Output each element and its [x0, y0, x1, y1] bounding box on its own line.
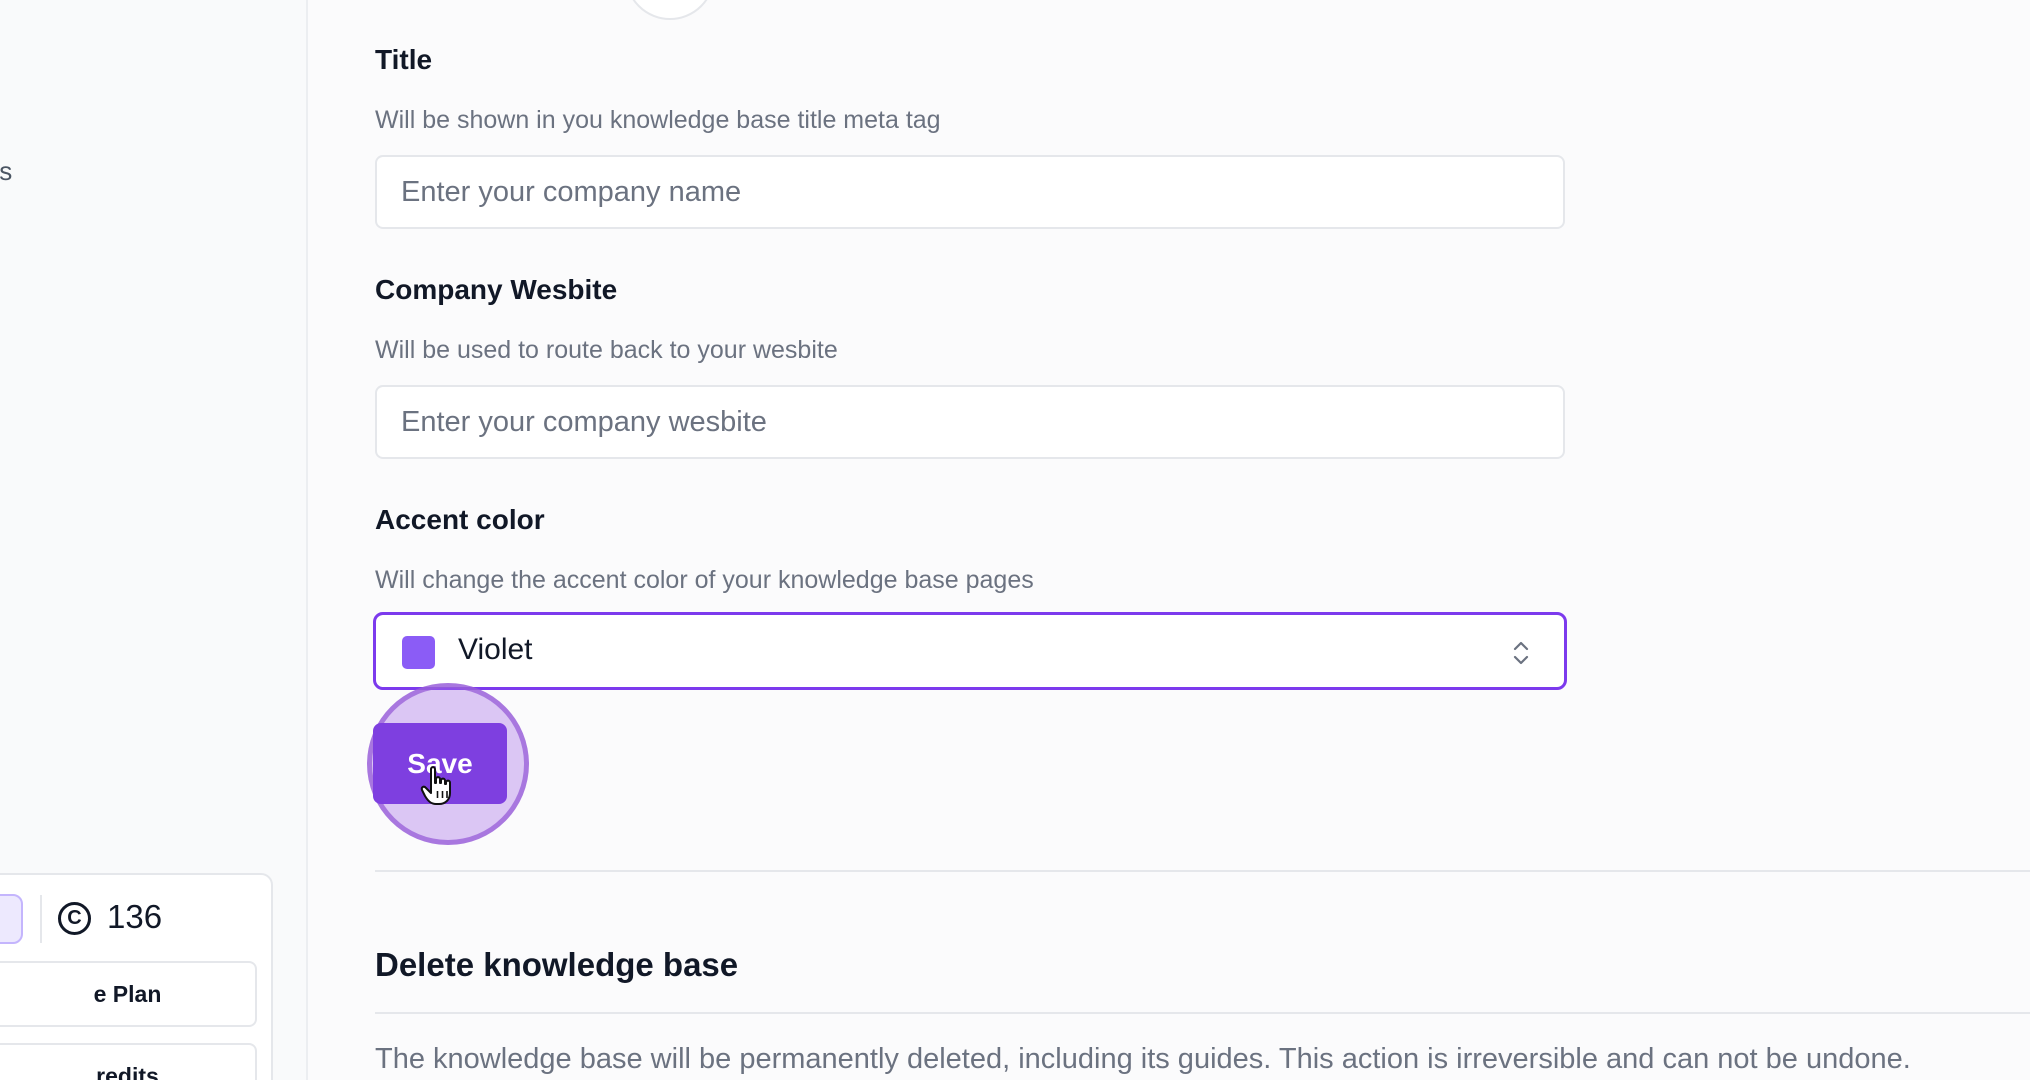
- sidebar-nav-item-label[interactable]: ıs: [0, 156, 12, 187]
- website-description: Will be used to route back to your wesbi…: [375, 336, 838, 364]
- chevron-up-down-icon: [1513, 641, 1529, 665]
- accent-color-value: Violet: [458, 633, 533, 666]
- credit-count: 136: [107, 898, 163, 935]
- settings-main: Title Will be shown in you knowledge bas…: [367, 0, 2030, 1080]
- title-description: Will be shown in you knowledge base titl…: [375, 106, 941, 134]
- title-label: Title: [375, 44, 433, 75]
- accent-color-select[interactable]: Violet: [373, 612, 1567, 690]
- plan-chip[interactable]: [0, 894, 23, 944]
- title-input[interactable]: [375, 155, 1565, 229]
- accent-color-label: Accent color: [375, 504, 545, 535]
- accent-color-description: Will change the accent color of your kno…: [375, 566, 1034, 594]
- website-input[interactable]: [375, 385, 1565, 459]
- section-divider: [375, 870, 2030, 872]
- sidebar: ıs C 136 e Plan redits: [0, 0, 308, 1080]
- website-label: Company Wesbite: [375, 274, 618, 305]
- color-swatch: [402, 636, 435, 669]
- credits-card: C 136 e Plan redits: [0, 873, 273, 1080]
- hand-pointer-icon: [420, 766, 451, 805]
- buy-credits-button[interactable]: redits: [0, 1043, 257, 1080]
- credit-c-icon: C: [58, 902, 91, 935]
- app-root: ıs C 136 e Plan redits Title Will be sho…: [0, 0, 2030, 1080]
- upgrade-plan-button[interactable]: e Plan: [0, 961, 257, 1027]
- logo-upload-circle[interactable]: [625, 0, 715, 20]
- delete-section-title: Delete knowledge base: [375, 946, 739, 983]
- delete-warning-text: The knowledge base will be permanently d…: [375, 1043, 1911, 1075]
- divider: [40, 895, 42, 943]
- section-divider: [375, 1012, 2030, 1014]
